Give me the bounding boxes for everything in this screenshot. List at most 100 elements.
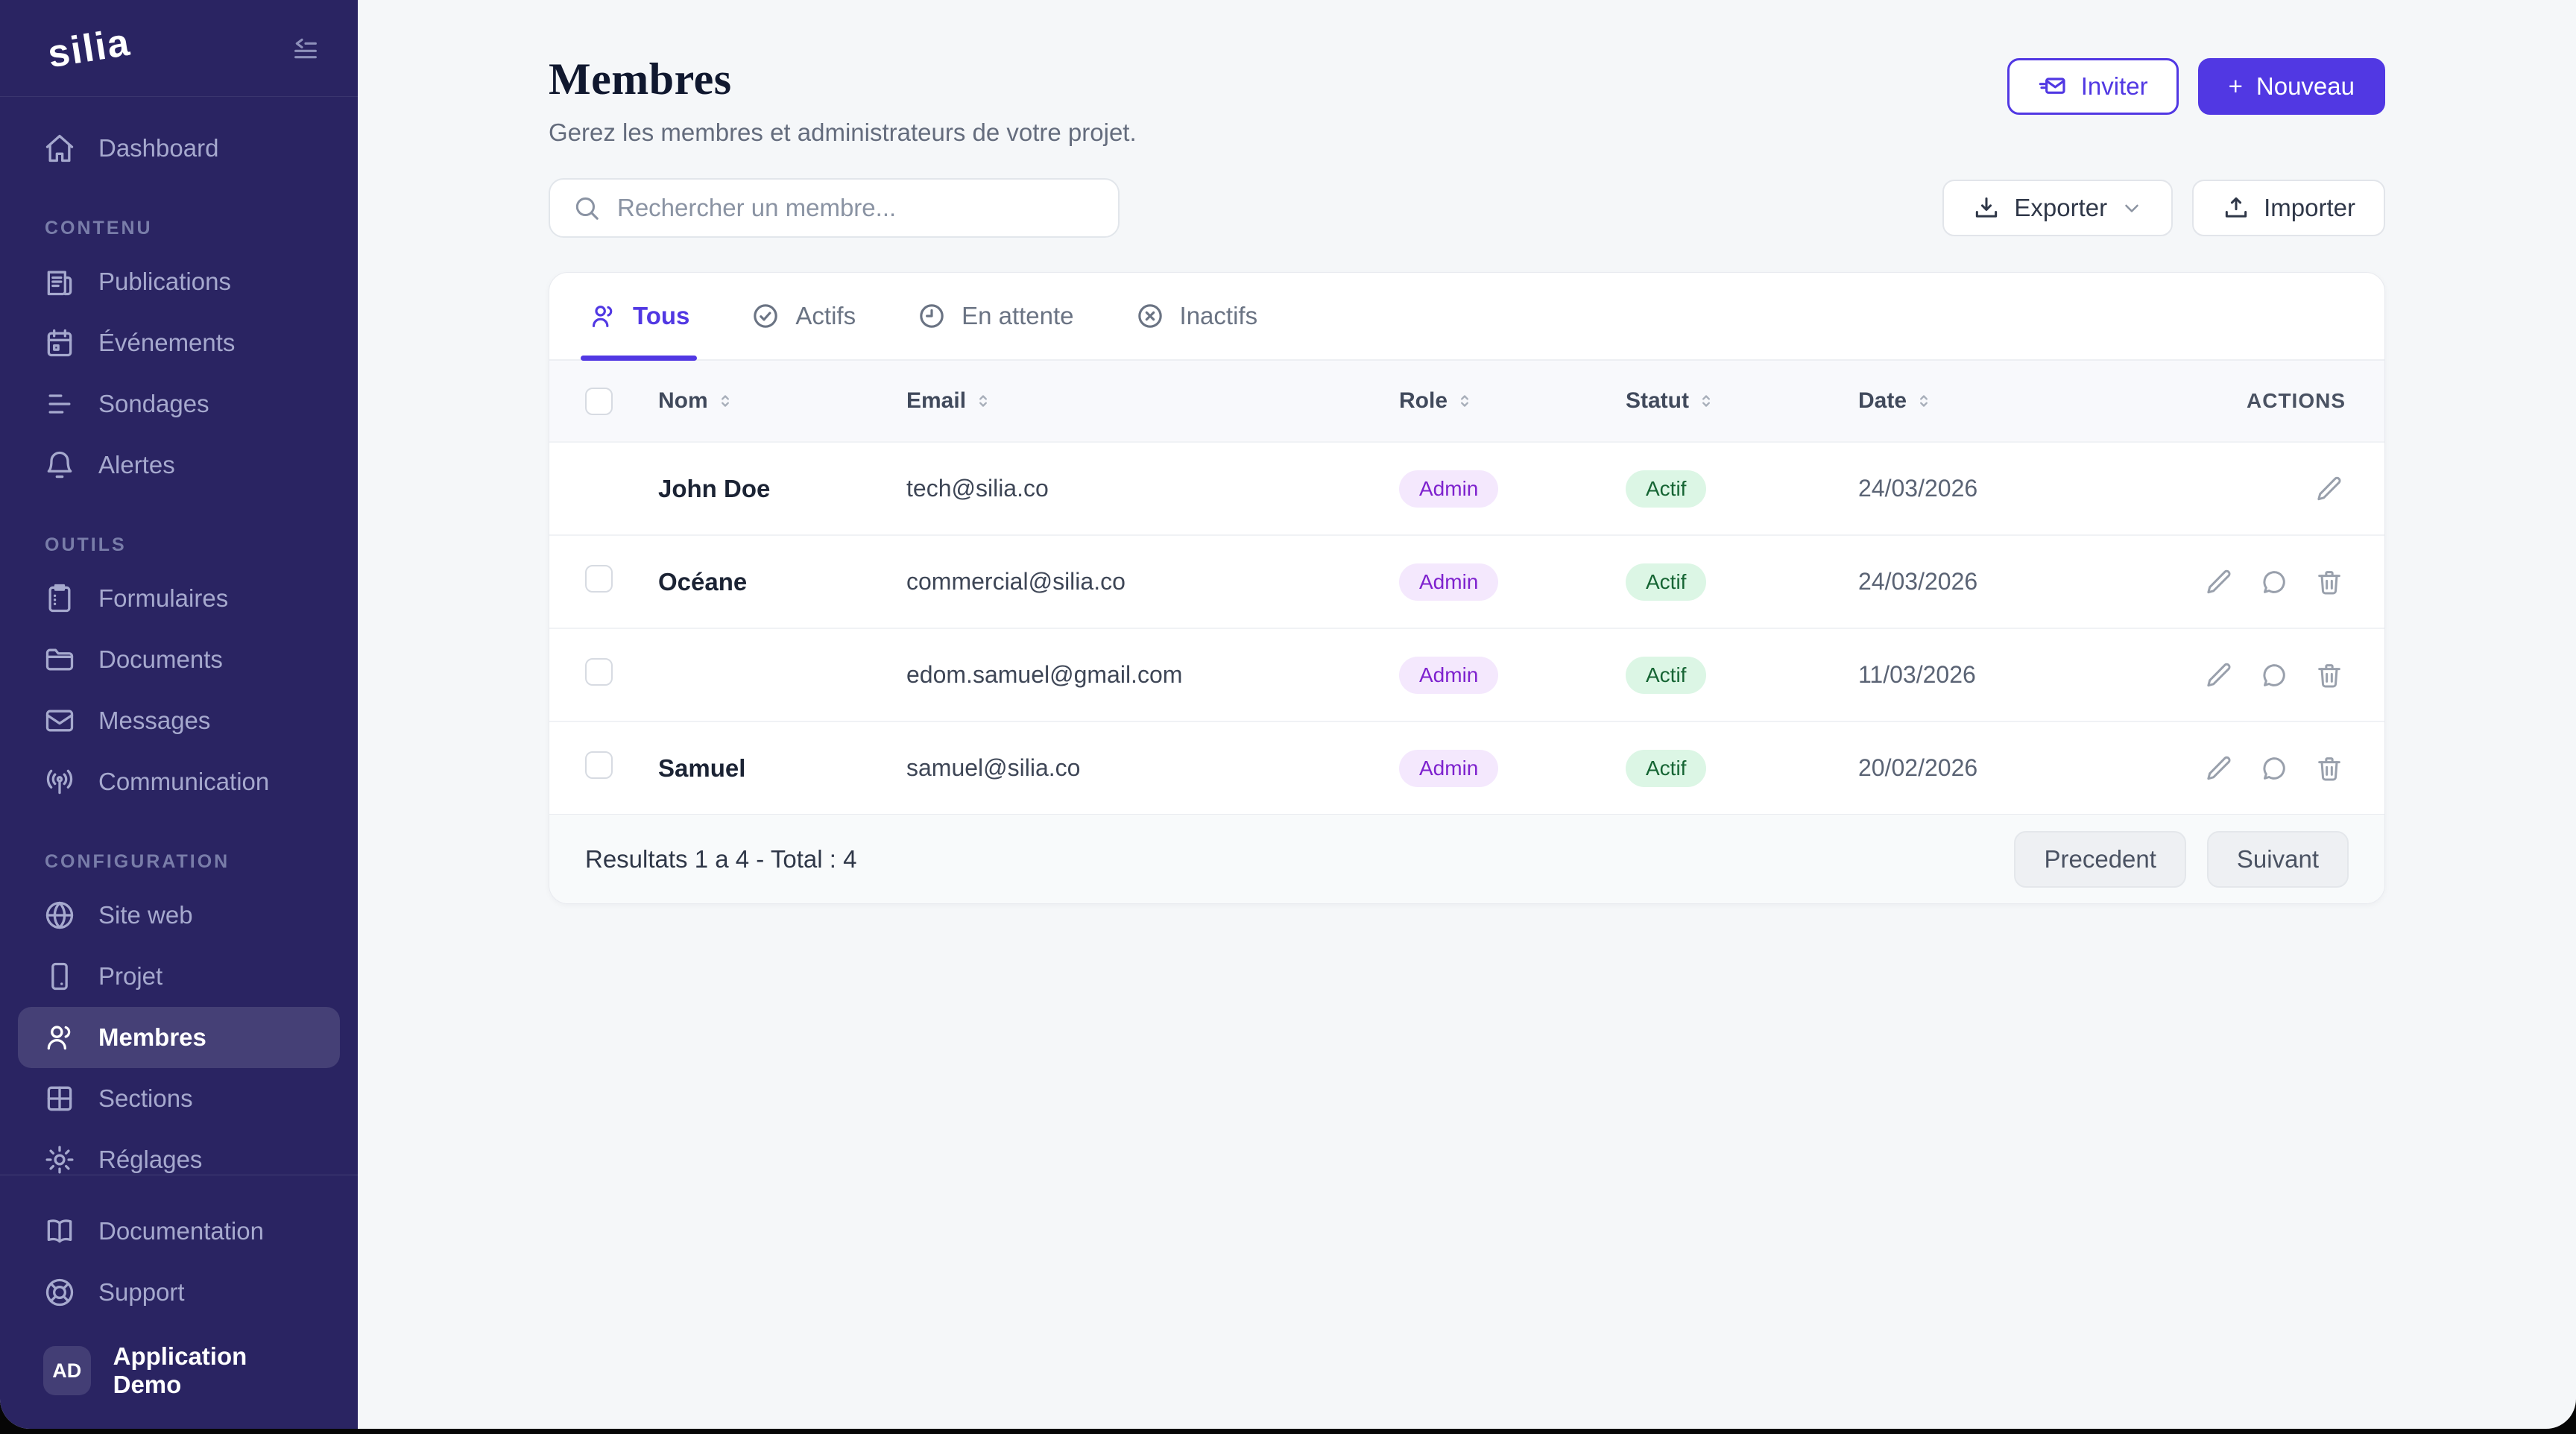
tab-inactifs[interactable]: Inactifs — [1135, 273, 1258, 359]
next-button[interactable]: Suivant — [2207, 831, 2349, 888]
member-email: edom.samuel@gmail.com — [906, 661, 1399, 689]
members-card: Tous Actifs En attente Inactifs — [549, 272, 2385, 904]
sidebar-item-dashboard[interactable]: Dashboard — [18, 118, 340, 179]
tab-actifs[interactable]: Actifs — [751, 273, 856, 359]
users-icon — [588, 301, 618, 331]
column-header-email[interactable]: Email — [906, 388, 1399, 414]
row-actions — [2171, 473, 2346, 505]
broadcast-icon — [43, 765, 76, 798]
comment-icon[interactable] — [2258, 659, 2291, 692]
sidebar-item-label: Publications — [98, 268, 231, 296]
delete-icon[interactable] — [2313, 566, 2346, 598]
role-badge: Admin — [1399, 657, 1498, 694]
pager-buttons: Precedent Suivant — [2014, 831, 2349, 888]
member-status-cell: Actif — [1626, 657, 1858, 694]
column-header-role[interactable]: Role — [1399, 388, 1626, 414]
role-badge: Admin — [1399, 470, 1498, 508]
column-header-statut[interactable]: Statut — [1626, 388, 1858, 414]
sidebar-item-label: Communication — [98, 768, 269, 796]
sidebar-item-communication[interactable]: Communication — [18, 751, 340, 812]
collapse-sidebar-icon[interactable] — [286, 29, 325, 68]
row-checkbox-cell — [585, 658, 658, 692]
edit-icon[interactable] — [2203, 659, 2235, 692]
delete-icon[interactable] — [2313, 752, 2346, 785]
sidebar-item-support[interactable]: Support — [18, 1262, 340, 1323]
row-checkbox[interactable] — [585, 751, 613, 779]
member-email: tech@silia.co — [906, 475, 1399, 502]
sidebar-item-reglages[interactable]: Réglages — [18, 1129, 340, 1175]
comment-icon[interactable] — [2258, 566, 2291, 598]
sidebar-item-documents[interactable]: Documents — [18, 629, 340, 690]
row-checkbox[interactable] — [585, 658, 613, 686]
sidebar-item-projet[interactable]: Projet — [18, 946, 340, 1007]
sidebar-nav: Dashboard CONTENU Publications Événement… — [0, 97, 358, 1175]
sidebar-item-formulaires[interactable]: Formulaires — [18, 568, 340, 629]
new-button[interactable]: + Nouveau — [2198, 58, 2385, 115]
gear-icon — [43, 1143, 76, 1175]
member-status-cell: Actif — [1626, 470, 1858, 508]
section-label-contenu: CONTENU — [45, 218, 340, 239]
edit-icon[interactable] — [2203, 566, 2235, 598]
results-summary: Resultats 1 a 4 - Total : 4 — [585, 845, 856, 874]
sidebar: silia Dashboard CONTENU Publications Évé… — [0, 0, 358, 1429]
sidebar-item-membres[interactable]: Membres — [18, 1007, 340, 1068]
tab-label: Tous — [633, 302, 689, 330]
column-header-date[interactable]: Date — [1858, 388, 2171, 414]
calendar-icon — [43, 326, 76, 359]
home-icon — [43, 132, 76, 165]
member-name: Samuel — [658, 754, 906, 783]
page-header: Membres Gerez les membres et administrat… — [549, 54, 2385, 147]
delete-icon[interactable] — [2313, 659, 2346, 692]
edit-icon[interactable] — [2313, 473, 2346, 505]
search-icon — [572, 194, 601, 222]
table-row: John Doe tech@silia.co Admin Actif 24/03… — [549, 441, 2384, 534]
new-button-label: Nouveau — [2256, 72, 2355, 101]
previous-button[interactable]: Precedent — [2014, 831, 2185, 888]
row-actions — [2171, 752, 2346, 785]
member-role-cell: Admin — [1399, 563, 1626, 601]
member-date: 24/03/2026 — [1858, 568, 2171, 596]
toolbar: Exporter Importer — [549, 178, 2385, 238]
sort-icon — [1914, 391, 1933, 411]
header-checkbox-cell — [585, 388, 658, 415]
search-box — [549, 178, 1120, 238]
member-status-cell: Actif — [1626, 750, 1858, 787]
row-checkbox[interactable] — [585, 565, 613, 593]
import-button[interactable]: Importer — [2192, 180, 2385, 236]
sidebar-item-label: Membres — [98, 1023, 206, 1052]
member-role-cell: Admin — [1399, 470, 1626, 508]
plus-icon: + — [2229, 72, 2243, 101]
role-badge: Admin — [1399, 750, 1498, 787]
select-all-checkbox[interactable] — [585, 388, 613, 415]
header-actions: Inviter + Nouveau — [2007, 58, 2385, 115]
sidebar-item-label: Messages — [98, 707, 210, 735]
sidebar-item-messages[interactable]: Messages — [18, 690, 340, 751]
export-button[interactable]: Exporter — [1942, 180, 2173, 236]
comment-icon[interactable] — [2258, 752, 2291, 785]
sidebar-item-alertes[interactable]: Alertes — [18, 435, 340, 496]
column-header-nom[interactable]: Nom — [658, 388, 906, 414]
user-profile[interactable]: AD Application Demo — [18, 1323, 340, 1429]
sidebar-item-label: Alertes — [98, 451, 175, 479]
mail-icon — [43, 704, 76, 737]
import-button-label: Importer — [2264, 194, 2355, 222]
sidebar-item-documentation[interactable]: Documentation — [18, 1201, 340, 1262]
invite-button-label: Inviter — [2081, 72, 2148, 101]
search-input[interactable] — [617, 194, 1096, 222]
sidebar-item-sections[interactable]: Sections — [18, 1068, 340, 1129]
sidebar-item-publications[interactable]: Publications — [18, 251, 340, 312]
member-email: commercial@silia.co — [906, 568, 1399, 596]
member-date: 20/02/2026 — [1858, 754, 2171, 782]
tab-tous[interactable]: Tous — [588, 273, 689, 359]
sidebar-header: silia — [0, 0, 358, 97]
edit-icon[interactable] — [2203, 752, 2235, 785]
tab-label: En attente — [962, 302, 1073, 330]
sidebar-item-evenements[interactable]: Événements — [18, 312, 340, 373]
tab-en-attente[interactable]: En attente — [917, 273, 1073, 359]
toolbar-right: Exporter Importer — [1942, 180, 2385, 236]
member-role-cell: Admin — [1399, 750, 1626, 787]
invite-button[interactable]: Inviter — [2007, 58, 2179, 115]
sidebar-item-site-web[interactable]: Site web — [18, 885, 340, 946]
avatar: AD — [43, 1346, 91, 1395]
sidebar-item-sondages[interactable]: Sondages — [18, 373, 340, 435]
